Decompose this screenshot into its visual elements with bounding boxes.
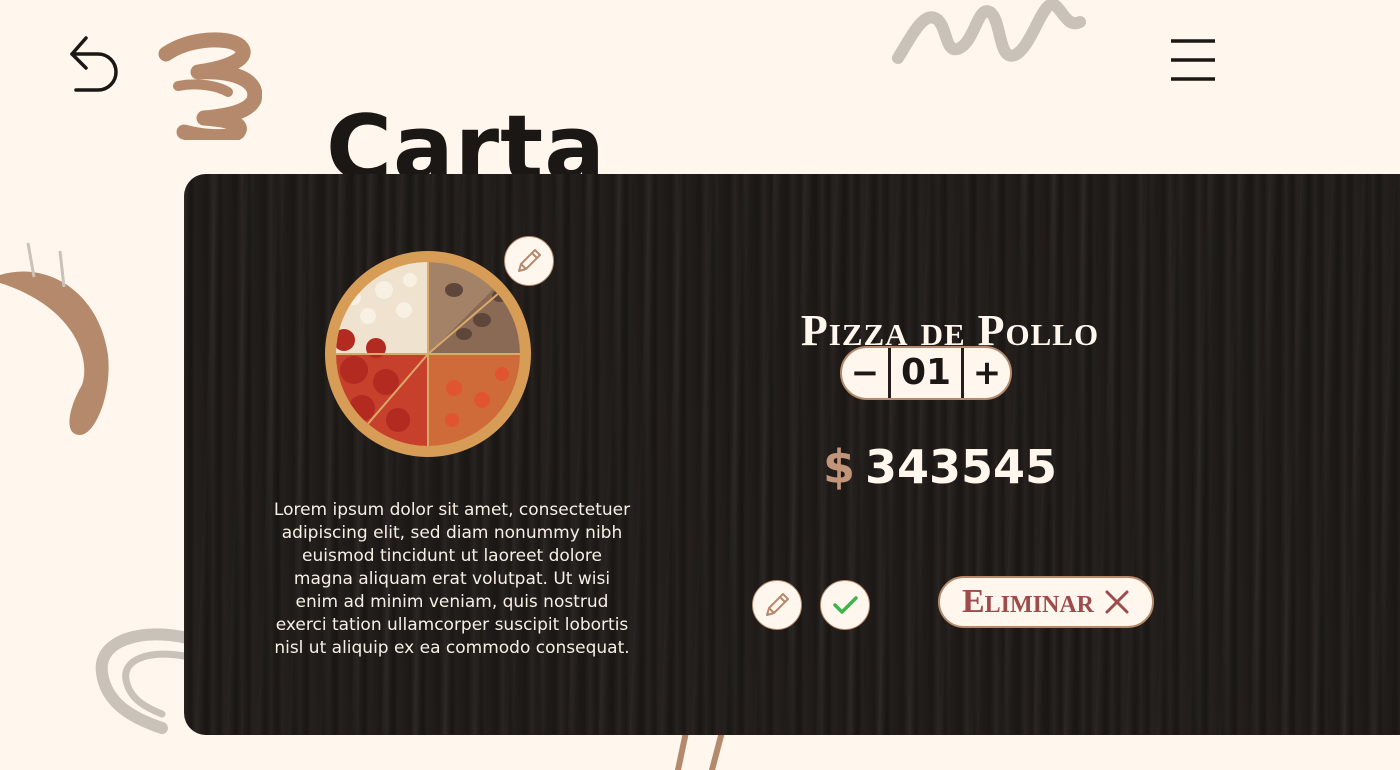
menu-button[interactable] <box>1168 36 1218 84</box>
edit-photo-button[interactable] <box>504 236 554 286</box>
edit-button[interactable] <box>752 580 802 630</box>
pencil-icon <box>518 249 541 272</box>
quantity-stepper: − 01 + <box>840 346 1012 400</box>
decor-strokes-bottom <box>675 730 725 770</box>
increase-quantity-button[interactable]: + <box>964 348 1010 398</box>
decor-arc-left <box>0 242 109 435</box>
decor-scribble-top <box>892 0 1086 64</box>
price-value: 343545 <box>864 440 1058 494</box>
back-arrow-icon <box>70 36 118 92</box>
hamburger-menu-icon <box>1171 39 1215 81</box>
pencil-icon <box>766 593 789 616</box>
price: $343545 <box>820 440 1060 494</box>
product-card: Lorem ipsum dolor sit amet, consectetuer… <box>184 174 1400 735</box>
brand-logo <box>158 32 263 145</box>
close-x-icon <box>1105 590 1129 614</box>
back-button[interactable] <box>64 32 124 96</box>
delete-label: Eliminar <box>961 583 1094 620</box>
confirm-button[interactable] <box>820 580 870 630</box>
quantity-value[interactable]: 01 <box>891 355 961 391</box>
currency-symbol: $ <box>822 440 855 494</box>
decrease-quantity-button[interactable]: − <box>842 348 888 398</box>
pizza-photo <box>324 250 532 458</box>
check-icon <box>833 596 858 614</box>
delete-button[interactable]: Eliminar <box>938 576 1154 628</box>
product-description: Lorem ipsum dolor sit amet, consectetuer… <box>273 500 631 658</box>
